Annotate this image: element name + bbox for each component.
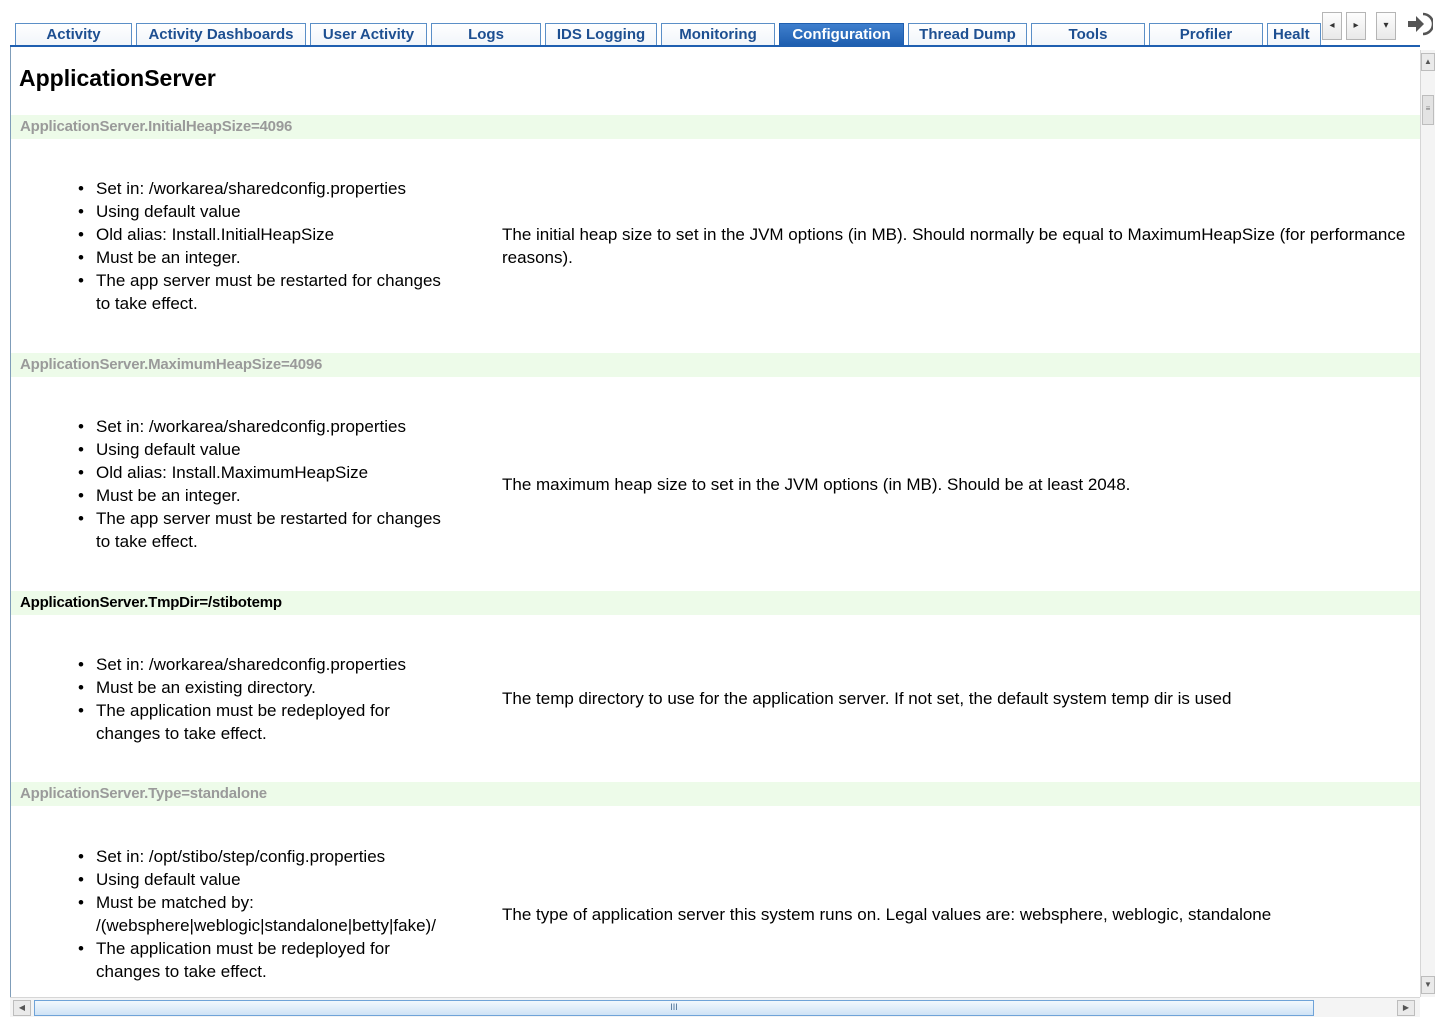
property-detail: The application must be redeployed for c…: [66, 699, 456, 745]
property-detail: The app server must be restarted for cha…: [66, 269, 456, 315]
property-header: ApplicationServer.InitialHeapSize=4096: [11, 115, 1420, 139]
property-details-list: Set in: /opt/stibo/step/config.propertie…: [66, 845, 456, 983]
property-header: ApplicationServer.TmpDir=/stibotemp: [11, 591, 1420, 615]
property-detail: Old alias: Install.MaximumHeapSize: [66, 461, 456, 484]
horizontal-scrollbar[interactable]: ◀ III ▶: [10, 997, 1420, 1017]
property-detail: Must be an integer.: [66, 484, 456, 507]
configuration-panel: ApplicationServer ApplicationServer.Init…: [10, 47, 1420, 997]
tab-tools[interactable]: Tools: [1031, 23, 1145, 45]
property-detail: Set in: /opt/stibo/step/config.propertie…: [66, 845, 456, 868]
scroll-down-icon[interactable]: ▼: [1421, 976, 1435, 994]
scroll-up-icon[interactable]: ▲: [1421, 53, 1435, 71]
page-title: ApplicationServer: [19, 65, 216, 91]
property-description: The maximum heap size to set in the JVM …: [502, 475, 1131, 494]
property-detail: Set in: /workarea/sharedconfig.propertie…: [66, 177, 456, 200]
property-detail: The application must be redeployed for c…: [66, 937, 456, 983]
property-header: ApplicationServer.Type=standalone: [11, 782, 1420, 806]
property-description: The temp directory to use for the applic…: [502, 689, 1232, 708]
tab-user-activity[interactable]: User Activity: [310, 23, 427, 45]
property-description: The type of application server this syst…: [502, 905, 1272, 924]
property-description: The initial heap size to set in the JVM …: [502, 225, 1406, 267]
tab-logs[interactable]: Logs: [431, 23, 541, 45]
property-detail: The app server must be restarted for cha…: [66, 507, 456, 553]
tab-bar: Activity Activity Dashboards User Activi…: [0, 0, 1435, 50]
tab-monitoring[interactable]: Monitoring: [661, 23, 775, 45]
horizontal-scroll-thumb[interactable]: III: [34, 1000, 1314, 1016]
tab-ids-logging[interactable]: IDS Logging: [545, 23, 657, 45]
tab-configuration[interactable]: Configuration: [779, 23, 904, 45]
property-detail: Set in: /workarea/sharedconfig.propertie…: [66, 415, 456, 438]
property-detail: Must be an integer.: [66, 246, 456, 269]
tab-thread-dump[interactable]: Thread Dump: [908, 23, 1027, 45]
tab-activity-dashboards[interactable]: Activity Dashboards: [136, 23, 306, 45]
property-header: ApplicationServer.MaximumHeapSize=4096: [11, 353, 1420, 377]
property-details-list: Set in: /workarea/sharedconfig.propertie…: [66, 177, 456, 315]
scroll-left-icon[interactable]: ◀: [13, 1000, 31, 1016]
tab-activity[interactable]: Activity: [15, 23, 132, 45]
tab-health[interactable]: Healt: [1267, 23, 1321, 45]
property-detail: Old alias: Install.InitialHeapSize: [66, 223, 456, 246]
tab-scroll-right-button[interactable]: ▸: [1346, 12, 1366, 40]
property-detail: Using default value: [66, 438, 456, 461]
tab-menu-dropdown-button[interactable]: ▾: [1376, 12, 1396, 40]
property-details-list: Set in: /workarea/sharedconfig.propertie…: [66, 415, 456, 553]
tab-profiler[interactable]: Profiler: [1149, 23, 1263, 45]
vertical-scrollbar[interactable]: ▲ ≡ ▼: [1420, 50, 1435, 997]
property-detail: Using default value: [66, 868, 456, 891]
property-details-list: Set in: /workarea/sharedconfig.propertie…: [66, 653, 456, 745]
tab-scroll-left-button[interactable]: ◂: [1322, 12, 1342, 40]
property-detail: Set in: /workarea/sharedconfig.propertie…: [66, 653, 456, 676]
property-detail: Using default value: [66, 200, 456, 223]
logout-icon[interactable]: [1405, 10, 1433, 38]
vertical-scroll-thumb[interactable]: ≡: [1422, 95, 1434, 125]
scroll-right-icon[interactable]: ▶: [1397, 1000, 1415, 1016]
property-detail: Must be matched by: /(websphere|weblogic…: [66, 891, 456, 937]
property-detail: Must be an existing directory.: [66, 676, 456, 699]
